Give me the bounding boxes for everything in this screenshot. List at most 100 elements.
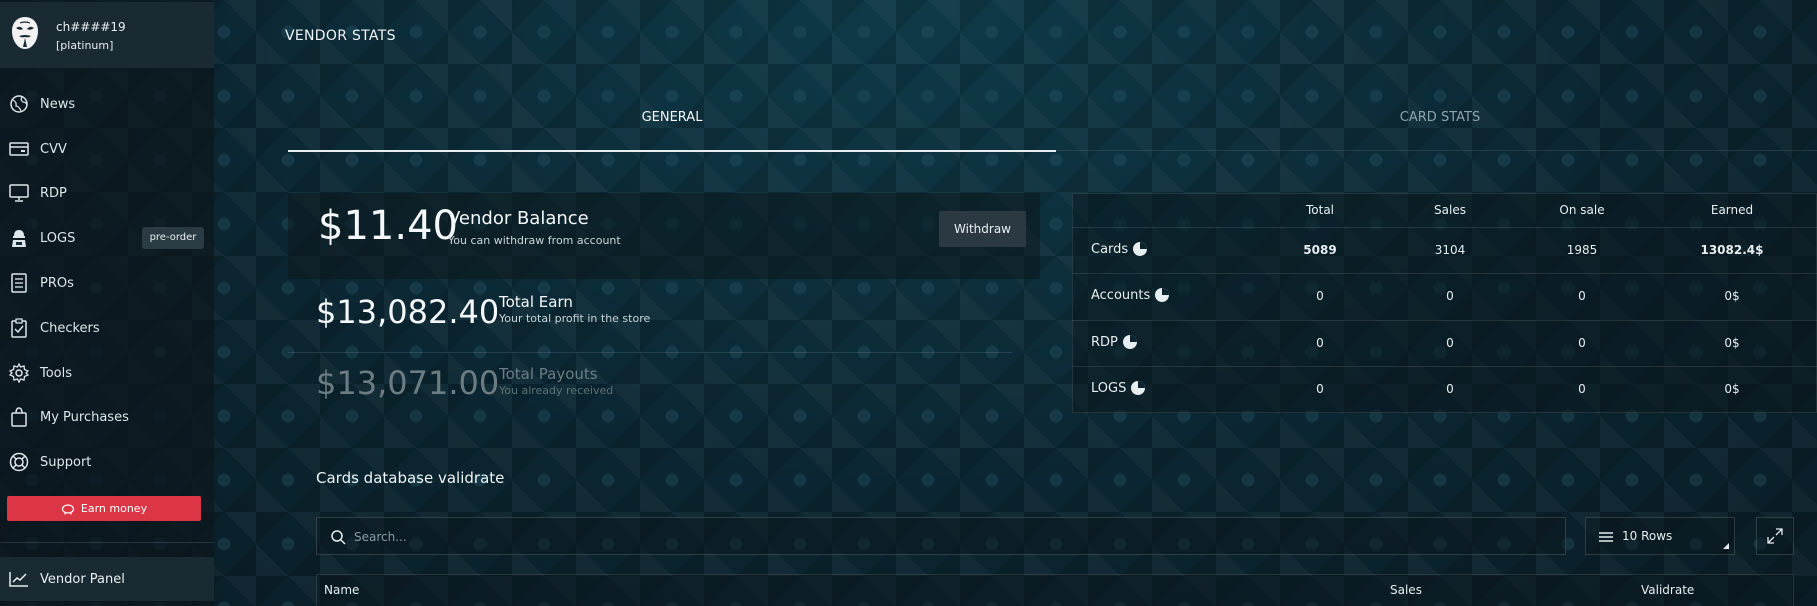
cell: 0 <box>1316 336 1324 350</box>
document-list-icon <box>8 272 30 294</box>
cell: 13082.4$ <box>1700 243 1764 257</box>
sidebar-item-checkers[interactable]: Checkers <box>0 308 214 348</box>
row-label-cards: Cards <box>1091 241 1148 257</box>
stats-header-sales: Sales <box>1434 203 1466 217</box>
fullscreen-button[interactable] <box>1756 517 1794 555</box>
pre-order-badge: pre-order <box>142 227 204 249</box>
cell: 0 <box>1446 289 1454 303</box>
rows-per-page-value: 10 Rows <box>1622 529 1673 543</box>
anonymous-mask-avatar-icon <box>12 17 38 49</box>
monitor-icon <box>8 182 30 204</box>
total-payouts-subtitle: You already received <box>499 384 614 397</box>
total-payouts-amount: $13,071.00 <box>316 364 500 402</box>
pie-chart-icon <box>1122 335 1137 349</box>
row-label-logs: LOGS <box>1091 380 1146 396</box>
clipboard-check-icon <box>8 317 30 339</box>
vendor-balance-title: Vendor Balance <box>448 208 589 229</box>
menu-lines-icon <box>1599 532 1613 542</box>
sidebar-item-label: Checkers <box>40 320 100 336</box>
total-payouts-title: Total Payouts <box>499 365 598 383</box>
credit-card-icon <box>8 138 30 160</box>
pie-chart-icon <box>1133 242 1148 256</box>
cell: 0 <box>1446 336 1454 350</box>
row-label-text: Cards <box>1091 241 1129 257</box>
stats-header-total: Total <box>1305 203 1335 217</box>
stats-row-divider <box>1072 366 1817 367</box>
user-rank: [platinum] <box>56 39 114 52</box>
stats-header-on-sale: On sale <box>1559 203 1605 217</box>
column-header-sales[interactable]: Sales <box>1390 583 1422 597</box>
shopping-bag-icon <box>8 406 30 428</box>
earn-money-button[interactable]: Earn money <box>7 496 201 521</box>
row-label-text: RDP <box>1091 334 1118 350</box>
tab-general[interactable]: GENERAL <box>288 110 1056 125</box>
sidebar-item-support[interactable]: Support <box>0 442 214 482</box>
sidebar-item-label: Support <box>40 454 92 470</box>
search-input[interactable] <box>352 527 1546 547</box>
sidebar-item-label: Vendor Panel <box>40 571 125 587</box>
column-header-name[interactable]: Name <box>324 583 359 597</box>
sidebar-item-tools[interactable]: Tools <box>0 353 214 393</box>
stats-divider <box>288 352 1012 353</box>
sidebar-item-news[interactable]: News <box>0 84 214 124</box>
caret-down-icon <box>1723 543 1729 549</box>
hacker-icon <box>8 227 30 249</box>
cell: 0 <box>1578 336 1586 350</box>
stats-row-divider <box>1072 273 1817 274</box>
cell: 3104 <box>1434 243 1466 257</box>
cell: 0$ <box>1724 336 1740 350</box>
column-header-validrate[interactable]: Validrate <box>1641 583 1694 597</box>
total-earn-amount: $13,082.40 <box>316 293 500 331</box>
row-label-text: LOGS <box>1091 380 1127 396</box>
cell: 0$ <box>1724 382 1740 396</box>
sidebar-item-my-purchases[interactable]: My Purchases <box>0 397 214 437</box>
row-label-accounts: Accounts <box>1091 287 1170 303</box>
pie-chart-icon <box>1131 381 1146 395</box>
sidebar-item-label: LOGS <box>40 230 76 246</box>
page-title: VENDOR STATS <box>285 28 396 44</box>
cell: 0 <box>1446 382 1454 396</box>
search-icon <box>331 530 346 545</box>
cell: 1985 <box>1566 243 1598 257</box>
row-label-text: Accounts <box>1091 287 1151 303</box>
sidebar-item-cvv[interactable]: CVV <box>0 129 214 169</box>
sidebar-item-label: My Purchases <box>40 409 129 425</box>
cell: 0$ <box>1724 289 1740 303</box>
row-label-rdp: RDP <box>1091 334 1138 350</box>
active-tab-indicator <box>288 150 1056 152</box>
withdraw-button[interactable]: Withdraw <box>939 211 1026 247</box>
lifebuoy-icon <box>8 451 30 473</box>
stats-table <box>1072 193 1817 413</box>
stats-row-divider <box>1072 320 1817 321</box>
expand-icon <box>1767 528 1783 544</box>
cards-db-table-header <box>316 574 1794 606</box>
stats-header-earned: Earned <box>1710 203 1754 217</box>
sidebar-item-vendor-panel[interactable]: Vendor Panel <box>0 557 214 601</box>
tab-card-stats[interactable]: CARD STATS <box>1056 110 1817 125</box>
earn-money-label: Earn money <box>80 502 148 515</box>
sidebar-item-pros[interactable]: PROs <box>0 263 214 303</box>
username: ch####19 <box>56 20 126 34</box>
sidebar-item-rdp[interactable]: RDP <box>0 173 214 213</box>
sidebar-item-label: Tools <box>40 365 73 381</box>
sidebar-item-label: RDP <box>40 185 67 201</box>
pie-chart-icon <box>1155 288 1170 302</box>
cell: 0 <box>1578 289 1586 303</box>
cell: 0 <box>1578 382 1586 396</box>
piggy-bank-icon <box>61 503 75 514</box>
sidebar-divider <box>0 542 214 543</box>
user-profile[interactable]: ch####19 [platinum] <box>0 2 214 68</box>
stats-row-divider <box>1072 227 1817 228</box>
tab-divider <box>1056 150 1817 151</box>
gear-icon <box>8 362 30 384</box>
globe-icon <box>8 93 30 115</box>
section-title: Cards database validrate <box>316 469 505 487</box>
sidebar-item-label: PROs <box>40 275 74 291</box>
cell: 5089 <box>1303 243 1337 257</box>
total-earn-title: Total Earn <box>499 293 573 311</box>
vendor-balance-amount: $11.40 <box>318 203 458 249</box>
cell: 0 <box>1316 382 1324 396</box>
trend-chart-icon <box>8 568 30 590</box>
vendor-balance-subtitle: You can withdraw from account <box>448 234 621 247</box>
cell: 0 <box>1316 289 1324 303</box>
